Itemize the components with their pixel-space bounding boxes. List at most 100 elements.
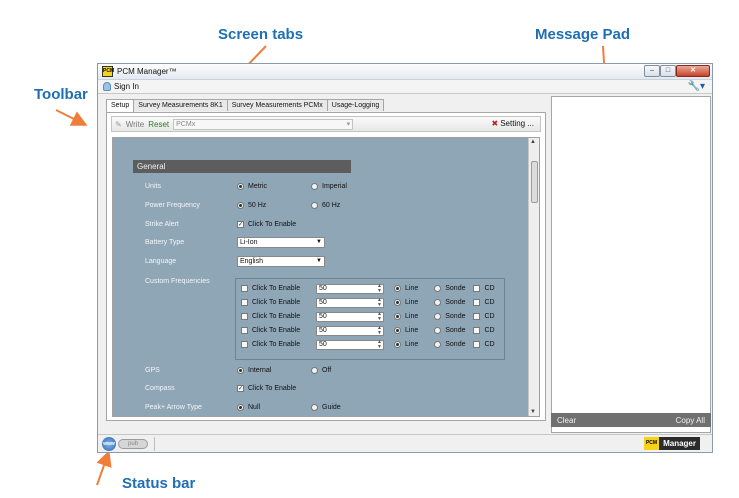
chevron-down-icon: ▼ (316, 258, 322, 264)
minimize-button[interactable]: – (644, 65, 660, 77)
device-select[interactable]: PCMx ▾ (173, 118, 354, 130)
custom-frequency-row: Click To Enable 50 ▲ ▼ Line Sonde CD (241, 310, 495, 323)
scroll-down-icon[interactable]: ▼ (530, 409, 536, 415)
cf-sonde-radio[interactable] (434, 341, 442, 348)
pub-toggle[interactable]: pub (118, 439, 148, 449)
freq-50hz-radio[interactable]: 50 Hz (237, 202, 266, 209)
screen-tabs: Setup Survey Measurements 8K1 Survey Mea… (106, 99, 385, 112)
annotation-toolbar: Toolbar (34, 86, 88, 103)
annotation-status-bar: Status bar (122, 475, 196, 492)
cf-value-input[interactable]: 50 ▲ ▼ (316, 325, 384, 336)
cf-value-input[interactable]: 50 ▲ ▼ (316, 297, 384, 308)
signin-bar: Sign In 🔧▾ (98, 80, 712, 94)
cf-cd-checkbox[interactable] (473, 313, 481, 320)
cf-line-radio[interactable] (394, 285, 401, 292)
wrench-icon[interactable]: 🔧▾ (688, 81, 705, 92)
cf-enable-checkbox[interactable] (241, 341, 248, 348)
gps-off-radio[interactable]: Off (311, 367, 331, 374)
setting-label: Setting ... (500, 119, 534, 128)
cf-enable-checkbox[interactable] (241, 285, 248, 292)
user-icon (103, 82, 111, 91)
units-imperial-radio[interactable]: Imperial (311, 183, 347, 190)
cf-value-input[interactable]: 50 ▲ ▼ (316, 311, 384, 322)
cf-enable-checkbox[interactable] (241, 299, 248, 306)
gps-label: GPS (145, 367, 160, 374)
brand-pcm: PCM (643, 437, 660, 450)
freq-60hz-radio[interactable]: 60 Hz (311, 202, 340, 209)
cf-sonde-radio[interactable] (434, 299, 442, 306)
cf-cd-checkbox[interactable] (473, 327, 481, 334)
reset-button[interactable]: Reset (148, 120, 169, 129)
close-button[interactable]: ✕ (676, 65, 710, 77)
cf-line-radio[interactable] (394, 327, 401, 334)
arrow-null-radio[interactable]: Null (237, 404, 260, 411)
cf-sonde-radio[interactable] (434, 327, 442, 334)
brand-manager: Manager (659, 437, 700, 450)
strike-alert-checkbox[interactable]: ✓ Click To Enable (237, 221, 296, 228)
cf-cd-checkbox[interactable] (473, 285, 481, 292)
cf-enable-checkbox[interactable] (241, 327, 248, 334)
tab-usage-logging[interactable]: Usage-Logging (326, 99, 385, 111)
units-label: Units (145, 183, 161, 190)
status-bar: www pub PCM Manager (98, 434, 712, 452)
write-icon: ✎ (115, 119, 122, 129)
cf-cd-checkbox[interactable] (473, 299, 481, 306)
maximize-button[interactable]: □ (660, 65, 676, 77)
cf-line-radio[interactable] (394, 313, 401, 320)
units-metric-radio[interactable]: Metric (237, 183, 267, 190)
scroll-thumb[interactable] (531, 161, 538, 203)
cf-line-radio[interactable] (394, 341, 401, 348)
custom-frequencies-group: Click To Enable 50 ▲ ▼ Line Sonde CD Click… (235, 278, 505, 360)
tab-survey-pcmx[interactable]: Survey Measurements PCMx (226, 99, 328, 111)
language-label: Language (145, 258, 177, 265)
settings-form: General Units Metric Imperial Power Freq… (112, 137, 540, 417)
copy-all-button[interactable]: Copy All (676, 416, 705, 425)
compass-checkbox[interactable]: ✓ Click To Enable (237, 385, 296, 392)
custom-frequency-row: Click To Enable 50 ▲ ▼ Line Sonde CD (241, 324, 495, 337)
language-select[interactable]: English ▼ (237, 256, 325, 267)
custom-frequencies-label: Custom Frequencies (145, 278, 210, 285)
cf-sonde-radio[interactable] (434, 285, 442, 292)
tab-setup[interactable]: Setup (106, 99, 135, 112)
device-select-value: PCMx (176, 120, 196, 128)
strike-alert-label: Strike Alert (145, 221, 179, 228)
arrow-guide-radio[interactable]: Guide (311, 404, 341, 411)
app-logo-icon: PCM (102, 66, 114, 77)
brand-logo: PCM Manager (643, 437, 700, 450)
custom-frequency-row: Click To Enable 50 ▲ ▼ Line Sonde CD (241, 296, 495, 309)
peak-arrow-type-label: Peak+ Arrow Type (145, 404, 202, 411)
compass-label: Compass (145, 385, 175, 392)
cf-line-radio[interactable] (394, 299, 401, 306)
section-header-general: General (133, 160, 351, 173)
cf-value-input[interactable]: 50 ▲ ▼ (316, 339, 384, 350)
globe-icon[interactable]: www (102, 437, 116, 451)
arrow-status-bar (96, 450, 112, 486)
power-frequency-label: Power Frequency (145, 202, 200, 209)
custom-frequency-row: Click To Enable 50 ▲ ▼ Line Sonde CD (241, 338, 495, 351)
cf-sonde-radio[interactable] (434, 313, 442, 320)
tab-survey-8k1[interactable]: Survey Measurements 8K1 (133, 99, 228, 111)
arrow-toolbar (55, 109, 88, 126)
form-scrollbar[interactable]: ▲ ▼ (528, 138, 539, 416)
battery-type-label: Battery Type (145, 239, 185, 246)
status-divider (154, 437, 155, 451)
scroll-up-icon[interactable]: ▲ (530, 139, 536, 145)
battery-type-select[interactable]: Li-Ion ▼ (237, 237, 325, 248)
message-pad-actions: Clear Copy All (551, 413, 711, 427)
write-button[interactable]: Write (126, 120, 145, 129)
setting-button[interactable]: ✖ Setting ... (492, 119, 535, 128)
app-window: PCM PCM Manager™ – □ ✕ Sign In 🔧▾ Setup … (97, 63, 713, 453)
cf-enable-checkbox[interactable] (241, 313, 248, 320)
cf-value-input[interactable]: 50 ▲ ▼ (316, 283, 384, 294)
toolbar: ✎ Write Reset PCMx ▾ ✖ Setting ... (111, 116, 541, 132)
message-pad[interactable] (551, 96, 711, 433)
chevron-down-icon: ▾ (346, 120, 351, 128)
sign-in-button[interactable]: Sign In (114, 82, 139, 91)
chevron-down-icon: ▼ (316, 239, 322, 245)
clear-button[interactable]: Clear (557, 416, 576, 425)
annotation-message-pad: Message Pad (535, 26, 631, 43)
gps-internal-radio[interactable]: Internal (237, 367, 271, 374)
custom-frequency-row: Click To Enable 50 ▲ ▼ Line Sonde CD (241, 282, 495, 295)
cf-cd-checkbox[interactable] (473, 341, 481, 348)
tools-icon: ✖ (491, 119, 499, 128)
